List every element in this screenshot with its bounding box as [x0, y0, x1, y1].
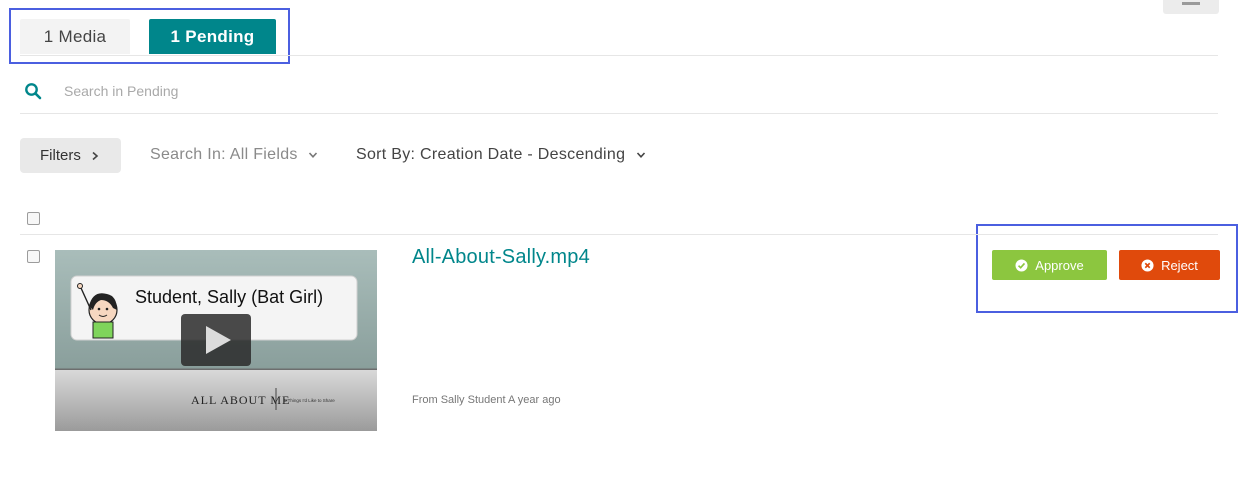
thumbnail-banner: ALL ABOUT ME: [191, 393, 290, 407]
filters-label: Filters: [40, 147, 81, 164]
approve-button[interactable]: Approve: [992, 250, 1107, 280]
approve-label: Approve: [1035, 257, 1084, 273]
entry-checkbox[interactable]: [27, 250, 40, 263]
thumbnail-tagline: 5 Things I'd Like to Share: [284, 398, 335, 403]
search-input[interactable]: [64, 80, 664, 102]
menu-icon: [1182, 2, 1200, 5]
divider: [20, 55, 1218, 56]
chevron-down-icon: [636, 152, 646, 158]
x-circle-icon: [1141, 258, 1154, 272]
chevron-down-icon: [309, 152, 318, 158]
check-circle-icon: [1015, 258, 1028, 272]
tab-pending[interactable]: 1 Pending: [149, 19, 276, 54]
thumbnail-art: Student, Sally (Bat Girl) ALL ABOUT ME 5…: [55, 250, 377, 431]
search-icon[interactable]: [24, 82, 42, 100]
divider: [20, 113, 1218, 114]
tab-media[interactable]: 1 Media: [20, 19, 130, 54]
chevron-right-icon: [92, 151, 99, 161]
reject-button[interactable]: Reject: [1119, 250, 1220, 280]
sort-by-label: Sort By: Creation Date - Descending: [356, 146, 626, 163]
reject-label: Reject: [1161, 257, 1198, 273]
thumbnail-name-card: Student, Sally (Bat Girl): [135, 287, 323, 307]
entry-title-link[interactable]: All-About-Sally.mp4: [412, 246, 590, 269]
sort-by-dropdown[interactable]: Sort By: Creation Date - Descending: [356, 146, 646, 164]
search-in-dropdown[interactable]: Search In: All Fields: [150, 146, 318, 164]
select-all-checkbox[interactable]: [27, 212, 40, 225]
divider: [20, 234, 1218, 235]
entry-thumbnail[interactable]: Student, Sally (Bat Girl) ALL ABOUT ME 5…: [55, 250, 377, 431]
entry-meta: From Sally Student A year ago: [412, 394, 561, 406]
filters-button[interactable]: Filters: [20, 138, 121, 173]
menu-button[interactable]: [1163, 0, 1219, 14]
search-in-label: Search In: All Fields: [150, 146, 298, 163]
